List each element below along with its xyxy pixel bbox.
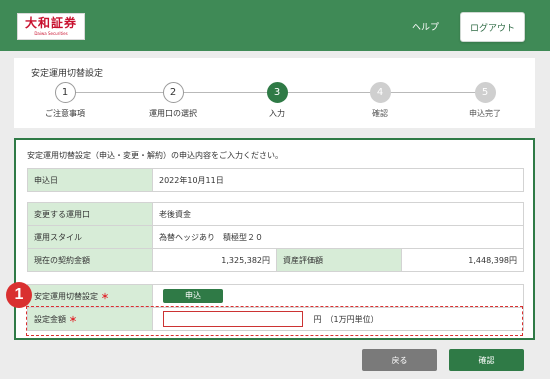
step-progress-card: 安定運用切替設定 1 ご注意事項 2 運用口の選択 3 入力 4 確認 5 申込… [14, 58, 535, 128]
apply-date-value: 2022年10月11日 [152, 168, 524, 192]
daiwa-logo[interactable]: 大和証券 Daiwa Securities [17, 13, 85, 40]
contract-amount-value: 1,325,382円 [152, 248, 277, 272]
style-label: 運用スタイル [27, 225, 153, 249]
style-value: 為替ヘッジあり 積極型２０ [152, 225, 524, 249]
account-value: 老後資金 [152, 202, 524, 226]
step-2-label: 運用口の選択 [149, 109, 197, 118]
required-mark: ＊ [101, 291, 109, 301]
form-instructions: 安定運用切替設定（申込・変更・解約）の申込内容をご入力ください。 [27, 151, 283, 160]
switch-settings-table: 安定運用切替設定＊ 申込 設定金額＊ 円 （1万円単位） [27, 284, 524, 331]
switch-setting-label-cell: 安定運用切替設定＊ [27, 284, 153, 308]
confirm-button[interactable]: 確認 [449, 349, 524, 371]
step-5: 5 申込完了 [440, 82, 530, 119]
switch-setting-label: 安定運用切替設定 [34, 291, 98, 301]
step-5-circle: 5 [474, 82, 496, 103]
apply-date-label: 申込日 [27, 168, 153, 192]
account-label: 変更する運用口 [27, 202, 153, 226]
table-row: 運用スタイル 為替ヘッジあり 積極型２０ [27, 225, 524, 249]
step-4: 4 確認 [335, 82, 425, 119]
step-4-circle: 4 [369, 82, 391, 103]
back-button[interactable]: 戻る [362, 349, 437, 371]
amount-input[interactable] [163, 311, 303, 327]
amount-label-cell: 設定金額＊ [27, 307, 153, 331]
table-row: 現在の契約金額 1,325,382円 資産評価額 1,448,398円 [27, 248, 524, 272]
step-2-circle: 2 [162, 82, 184, 103]
step-5-label: 申込完了 [469, 109, 501, 118]
asset-value-label: 資産評価額 [276, 248, 402, 272]
input-form-card: 安定運用切替設定（申込・変更・解約）の申込内容をご入力ください。 申込日 202… [14, 138, 535, 340]
table-row: 設定金額＊ 円 （1万円単位） [27, 307, 524, 331]
table-row: 申込日 2022年10月11日 [27, 168, 524, 192]
logo-subtext: Daiwa Securities [34, 31, 68, 36]
switch-setting-cell: 申込 [152, 284, 524, 308]
required-mark: ＊ [69, 314, 77, 324]
amount-label: 設定金額 [34, 314, 66, 324]
table-row: 安定運用切替設定＊ 申込 [27, 284, 524, 308]
step-3-circle: 3 [266, 82, 288, 103]
apply-button[interactable]: 申込 [163, 289, 223, 303]
logo-text: 大和証券 [24, 16, 77, 30]
page-title: 安定運用切替設定 [31, 69, 104, 79]
table-row: 変更する運用口 老後資金 [27, 202, 524, 226]
asset-value-value: 1,448,398円 [401, 248, 524, 272]
logout-button[interactable]: ログアウト [460, 12, 525, 42]
apply-date-table: 申込日 2022年10月11日 [27, 168, 524, 192]
step-3: 3 入力 [232, 82, 322, 119]
help-link[interactable]: ヘルプ [412, 20, 439, 33]
step-1: 1 ご注意事項 [20, 82, 110, 119]
amount-cell: 円 （1万円単位） [152, 307, 524, 331]
step-3-label: 入力 [269, 109, 285, 118]
top-header: 大和証券 Daiwa Securities ヘルプ ログアウト [0, 0, 550, 51]
step-4-label: 確認 [372, 109, 388, 118]
account-info-table: 変更する運用口 老後資金 運用スタイル 為替ヘッジあり 積極型２０ 現在の契約金… [27, 202, 524, 272]
step-1-circle: 1 [54, 82, 76, 103]
step-1-label: ご注意事項 [45, 109, 85, 118]
contract-amount-label: 現在の契約金額 [27, 248, 153, 272]
step-2: 2 運用口の選択 [128, 82, 218, 119]
step-marker-badge: 1 [6, 282, 32, 308]
amount-unit: 円 （1万円単位） [313, 314, 379, 324]
